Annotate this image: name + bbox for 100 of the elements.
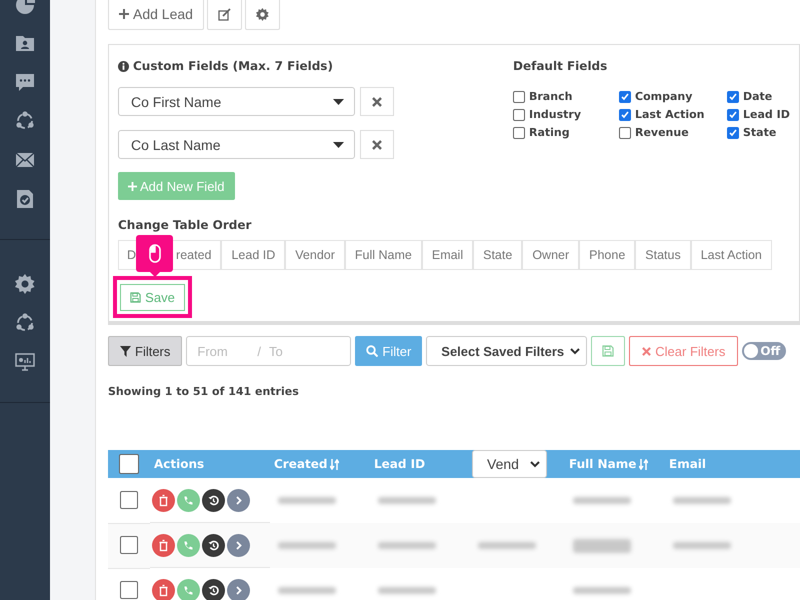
check-icon — [729, 110, 737, 118]
blurred-text — [378, 497, 436, 504]
save-button[interactable]: Save — [120, 284, 185, 310]
close-icon — [372, 96, 382, 106]
check-icon — [729, 128, 737, 136]
open-button[interactable] — [227, 578, 250, 600]
checkbox-label: State — [743, 126, 776, 139]
checkbox-label: Rating — [529, 126, 570, 139]
blurred-text — [378, 542, 436, 549]
checkbox[interactable] — [727, 90, 739, 102]
checkbox[interactable] — [619, 90, 631, 102]
delete-button[interactable] — [152, 488, 175, 512]
column-chip[interactable]: Status — [635, 240, 691, 270]
checkbox[interactable] — [727, 108, 739, 120]
info-icon — [118, 60, 129, 72]
contact-folder-icon[interactable] — [15, 33, 35, 53]
remove-field-button[interactable] — [360, 87, 394, 116]
remove-field-button[interactable] — [360, 130, 394, 159]
entries-summary: Showing 1 to 51 of 141 entries — [108, 385, 300, 398]
column-chip[interactable]: Email — [422, 240, 474, 270]
open-button[interactable] — [227, 488, 250, 512]
checkbox[interactable] — [727, 126, 739, 138]
vendor-select[interactable]: Vend — [472, 450, 547, 478]
blurred-text — [573, 587, 631, 594]
blurred-text — [278, 587, 336, 594]
select-all-checkbox[interactable] — [119, 454, 139, 474]
history-button[interactable] — [202, 578, 225, 600]
caret-icon — [333, 98, 344, 104]
plus-icon — [128, 182, 137, 190]
checkbox[interactable] — [513, 108, 525, 120]
range-separator: / — [257, 344, 262, 358]
checkbox-label: Company — [635, 90, 692, 103]
checkbox-label: Lead ID — [743, 108, 790, 121]
filter-button[interactable]: Filter — [355, 336, 422, 366]
filters-button[interactable]: Filters — [108, 336, 182, 366]
toggle-switch[interactable]: Off — [742, 342, 786, 360]
clear-filters-button[interactable]: Clear Filters — [629, 336, 738, 366]
checkbox-label: Industry — [529, 108, 582, 121]
blurred-text — [278, 497, 336, 504]
plus-icon — [119, 9, 129, 19]
blurred-text — [673, 542, 731, 549]
section-title: Default Fields — [513, 59, 608, 73]
column-header[interactable]: Created — [274, 457, 328, 471]
row-checkbox[interactable] — [120, 536, 138, 554]
edit-icon — [218, 8, 231, 20]
mouse-icon — [148, 244, 160, 263]
pie-chart-icon[interactable] — [15, 0, 35, 14]
column-chip[interactable]: Last Action — [690, 240, 772, 270]
blurred-text — [478, 542, 536, 549]
chat-icon[interactable] — [15, 72, 35, 92]
blurred-text — [278, 542, 336, 549]
checkbox-label: Revenue — [635, 126, 689, 139]
monitor-chart-icon[interactable] — [15, 352, 35, 372]
section-title: Custom Fields (Max. 7 Fields) — [133, 59, 333, 73]
close-icon — [372, 140, 382, 150]
column-chip[interactable]: Owner — [522, 240, 580, 270]
column-chip[interactable]: Vendor — [285, 240, 345, 270]
column-chip[interactable]: Phone — [579, 240, 636, 270]
section-title: Change Table Order — [118, 218, 252, 232]
checkbox[interactable] — [619, 108, 631, 120]
settings-icon[interactable] — [15, 274, 35, 294]
filter-icon — [120, 346, 131, 356]
chevron-down-icon — [570, 348, 580, 354]
history-button[interactable] — [202, 488, 225, 512]
checkbox[interactable] — [513, 126, 525, 138]
field-select[interactable]: Co First Name — [118, 87, 355, 116]
network-icon[interactable] — [15, 111, 35, 131]
history-button[interactable] — [202, 534, 225, 556]
checkbox[interactable] — [513, 90, 525, 102]
blurred-text — [673, 497, 731, 504]
edit-button[interactable] — [206, 0, 242, 30]
column-chip[interactable]: Lead ID — [221, 240, 286, 270]
settings-button[interactable] — [244, 0, 280, 30]
blurred-text — [573, 538, 631, 552]
sort-icon — [330, 458, 340, 470]
caret-icon — [333, 142, 344, 148]
checkbox-label: Branch — [529, 90, 572, 103]
add-lead-button[interactable]: Add Lead — [108, 0, 204, 30]
chevron-down-icon — [530, 460, 540, 468]
checkbox-label: Date — [743, 90, 772, 103]
close-icon — [642, 346, 652, 356]
column-chip[interactable]: State — [473, 240, 522, 270]
network-icon[interactable] — [15, 313, 35, 333]
settings-icon — [256, 8, 269, 20]
check-icon — [729, 92, 737, 100]
field-select[interactable]: Co Last Name — [118, 130, 355, 159]
blurred-text — [573, 497, 631, 504]
column-header[interactable]: Full Name — [569, 457, 636, 471]
delete-button[interactable] — [152, 578, 175, 600]
mail-icon[interactable] — [15, 150, 35, 170]
column-header: Actions — [154, 457, 204, 471]
checked-document-icon[interactable] — [15, 189, 35, 209]
column-chip[interactable]: Full Name — [344, 240, 422, 270]
checkbox[interactable] — [619, 126, 631, 138]
saved-filters-select[interactable]: Select Saved Filters — [426, 336, 588, 366]
delete-button[interactable] — [152, 534, 175, 556]
row-checkbox[interactable] — [120, 581, 138, 599]
search-icon — [366, 345, 378, 357]
column-header: Lead ID — [374, 457, 426, 471]
row-checkbox[interactable] — [120, 491, 138, 509]
